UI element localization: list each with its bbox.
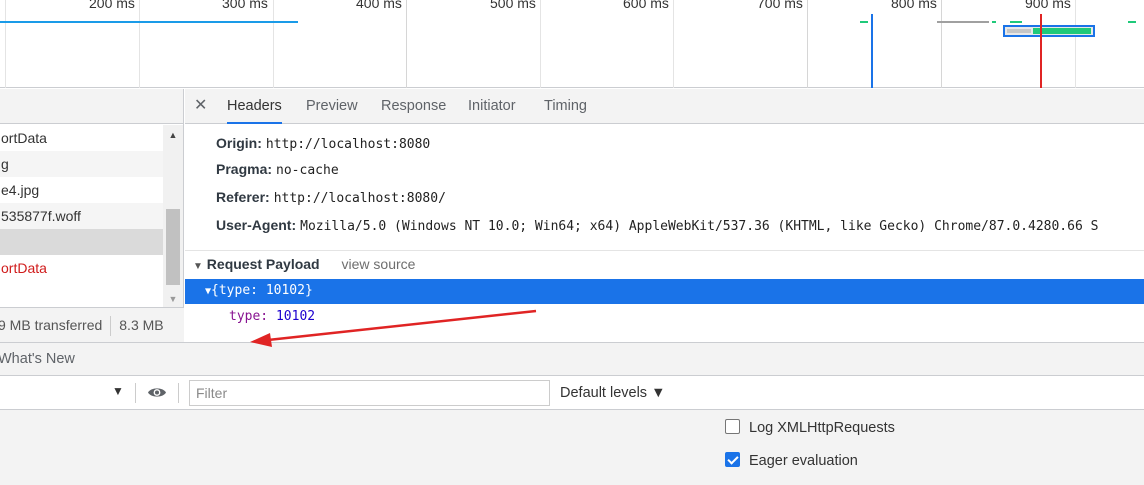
section-title: Request Payload — [206, 256, 320, 272]
eye-icon[interactable] — [147, 386, 167, 399]
eager-eval-option[interactable]: Eager evaluation — [725, 451, 858, 471]
checkbox-label: Log XMLHttpRequests — [749, 420, 895, 436]
tick-gridline — [139, 0, 140, 88]
header-row-user-agent: User-Agent: Mozilla/5.0 (Windows NT 10.0;… — [216, 212, 1098, 238]
tick-gridline — [406, 0, 407, 88]
network-summary-bar: 9 MB transferred 8.3 MB — [0, 307, 184, 342]
request-row[interactable]: 535877f.woff — [0, 203, 163, 229]
waterfall-selected-request[interactable] — [1003, 25, 1095, 37]
tab-preview[interactable]: Preview — [306, 89, 358, 124]
dom-content-loaded-marker — [871, 14, 873, 88]
checkbox-label: Eager evaluation — [749, 453, 858, 469]
close-icon[interactable]: ✕ — [194, 95, 207, 115]
waterfall-bar — [860, 21, 868, 23]
request-row-failed[interactable]: ortData — [0, 255, 163, 281]
log-xhr-checkbox[interactable] — [725, 419, 740, 434]
console-toolbar: ▼ Default levels ▼ — [0, 376, 1144, 410]
tick-gridline — [273, 0, 274, 88]
request-row-selected[interactable] — [0, 229, 163, 255]
header-value: http://localhost:8080/ — [273, 191, 446, 206]
request-payload-header[interactable]: ▼ Request Payload view source — [185, 251, 1144, 279]
property-key: type: — [229, 309, 269, 324]
header-row-origin: Origin: http://localhost:8080 — [216, 130, 430, 156]
tick-label: 200 ms — [89, 0, 135, 11]
scroll-up-arrow-icon[interactable]: ▲ — [163, 127, 183, 143]
tick-gridline — [540, 0, 541, 88]
header-row-pragma: Pragma: no-cache — [216, 156, 339, 182]
header-name: Origin: — [216, 135, 262, 151]
tick-gridline — [5, 0, 6, 88]
tick-gridline — [807, 0, 808, 88]
header-name: User-Agent: — [216, 217, 297, 233]
request-list-header — [0, 89, 183, 124]
tick-label: 600 ms — [623, 0, 669, 11]
status-separator — [110, 316, 112, 337]
filter-input[interactable] — [189, 380, 550, 406]
header-name: Referer: — [216, 189, 270, 205]
tab-headers[interactable]: Headers — [227, 89, 282, 124]
request-row[interactable]: e4.jpg — [0, 177, 163, 203]
triangle-down-icon[interactable]: ▼ — [193, 261, 203, 272]
view-source-link[interactable]: view source — [342, 256, 416, 272]
waterfall-bar — [0, 21, 298, 23]
tick-label: 900 ms — [1025, 0, 1071, 11]
header-row-referer: Referer: http://localhost:8080/ — [216, 184, 446, 210]
network-timeline-overview[interactable]: 200 ms 300 ms 400 ms 500 ms 600 ms 700 m… — [0, 0, 1144, 88]
scroll-down-arrow-icon[interactable]: ▼ — [163, 291, 183, 307]
log-levels-dropdown[interactable]: Default levels ▼ — [560, 376, 665, 410]
tab-initiator[interactable]: Initiator — [468, 89, 516, 124]
request-row[interactable]: ortData — [0, 125, 163, 151]
resources-size: 8.3 MB — [119, 317, 164, 333]
tab-timing[interactable]: Timing — [544, 89, 587, 124]
payload-summary: {type: 10102} — [211, 283, 313, 298]
header-value: no-cache — [276, 163, 339, 178]
load-event-marker — [1040, 14, 1042, 88]
header-value: http://localhost:8080 — [265, 137, 431, 152]
drawer-tabbar: What's New — [0, 342, 1144, 376]
tick-gridline — [941, 0, 942, 88]
tick-label: 400 ms — [356, 0, 402, 11]
toolbar-separator — [135, 383, 136, 403]
tick-label: 500 ms — [490, 0, 536, 11]
header-name: Pragma: — [216, 161, 273, 177]
waterfall-bar — [1010, 21, 1022, 23]
tick-gridline — [673, 0, 674, 88]
request-list-panel: ortData g e4.jpg 535877f.woff ortData ▲ … — [0, 89, 184, 342]
tick-label: 300 ms — [222, 0, 268, 11]
request-row[interactable]: g — [0, 151, 163, 177]
waterfall-bar — [992, 21, 996, 23]
request-details-panel: ✕ Headers Preview Response Initiator Tim… — [185, 89, 1144, 342]
request-payload-section: ▼ Request Payload view source ▼{type: 10… — [185, 250, 1144, 330]
request-row[interactable] — [0, 281, 163, 307]
waterfall-bar — [1128, 21, 1136, 23]
payload-property[interactable]: type: 10102 — [185, 304, 1144, 330]
tick-label: 800 ms — [891, 0, 937, 11]
tab-whats-new[interactable]: What's New — [0, 343, 75, 376]
transferred-size: 9 MB transferred — [0, 317, 103, 333]
context-dropdown-arrow-icon[interactable]: ▼ — [112, 384, 124, 398]
scrollbar-thumb[interactable] — [166, 209, 180, 285]
tick-label: 700 ms — [757, 0, 803, 11]
payload-tree-root[interactable]: ▼{type: 10102} — [185, 279, 1144, 304]
tab-response[interactable]: Response — [381, 89, 446, 124]
property-value: 10102 — [275, 309, 316, 324]
eager-eval-checkbox[interactable] — [725, 452, 740, 467]
log-xhr-option[interactable]: Log XMLHttpRequests — [725, 418, 895, 438]
waterfall-bar — [937, 21, 989, 23]
header-value: Mozilla/5.0 (Windows NT 10.0; Win64; x64… — [300, 219, 1099, 234]
request-list-scrollbar[interactable]: ▲ ▼ — [163, 125, 183, 307]
waterfall-waiting-segment — [1007, 29, 1031, 33]
console-settings: Log XMLHttpRequests Eager evaluation — [0, 410, 1144, 485]
tick-gridline — [1075, 0, 1076, 88]
toolbar-separator — [178, 383, 179, 403]
request-list: ortData g e4.jpg 535877f.woff ortData — [0, 125, 163, 307]
details-tabbar: ✕ Headers Preview Response Initiator Tim… — [185, 89, 1144, 124]
